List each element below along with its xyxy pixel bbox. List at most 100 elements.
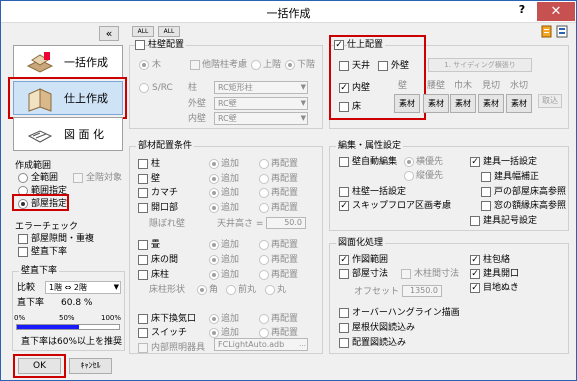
siding-button[interactable]: 1. サイディング横張り [428, 58, 532, 72]
all-targets-checkbox[interactable] [73, 173, 83, 183]
parts-add-radio[interactable] [209, 174, 219, 184]
parts-reposition-radio[interactable] [259, 255, 269, 265]
window-trim-checkbox[interactable] [481, 201, 491, 211]
pillar-type-select[interactable]: RC矩形柱 ▼ [214, 81, 308, 94]
parts-row-checkbox[interactable] [138, 255, 148, 265]
wood-radio[interactable] [139, 60, 149, 70]
roof-plan-checkbox[interactable] [339, 323, 349, 333]
range-all-radio[interactable] [18, 173, 28, 183]
material-button[interactable]: 素材 [423, 94, 449, 113]
material-button[interactable]: 素材 [478, 94, 504, 113]
fixture-file-select[interactable]: FCLightAuto.adb… [214, 338, 308, 351]
parts-reposition-radio[interactable] [259, 314, 269, 324]
parts-add-radio[interactable] [209, 188, 219, 198]
shape-front-round-radio[interactable] [226, 285, 236, 295]
check-all-button[interactable]: ALL [132, 26, 154, 37]
settings-file-icon[interactable] [541, 25, 553, 38]
material-button[interactable]: 素材 [506, 94, 532, 113]
shape-square-radio[interactable] [197, 285, 207, 295]
take-in-button[interactable]: 取込 [538, 94, 562, 108]
parts-reposition-radio[interactable] [259, 240, 269, 250]
parts-row-checkbox[interactable] [138, 188, 148, 198]
wall-auto-edit-checkbox[interactable] [339, 157, 349, 167]
wood-column-dims-checkbox[interactable] [401, 269, 411, 279]
compare-select[interactable]: 1階 ⇔ 2階 ▼ [45, 281, 121, 294]
outer-wall-type-select[interactable]: RC壁 ▼ [214, 97, 308, 110]
parts-add-radio[interactable] [209, 314, 219, 324]
parts-reposition-radio[interactable] [259, 188, 269, 198]
column-wrap-checkbox[interactable]: ✓ [470, 255, 480, 265]
material-col-header: 腰壁 [427, 81, 446, 91]
parts-add-radio[interactable] [209, 240, 219, 250]
collapse-button[interactable]: « [99, 26, 119, 41]
src-radio[interactable] [139, 83, 149, 93]
bulk-create-button[interactable]: 一括作成 [13, 45, 123, 79]
title-bar: 一括作成 ? ✕ [1, 1, 576, 23]
parts-row-checkbox[interactable] [138, 174, 148, 184]
parts-add-radio[interactable] [209, 328, 219, 338]
skip-floor-checkbox[interactable]: ✓ [339, 201, 349, 211]
pillar-wall-checkbox[interactable] [135, 40, 145, 50]
ceiling-height-input[interactable]: 50.0 [266, 217, 306, 229]
drawing-button[interactable]: 図 面 化 [13, 117, 123, 151]
fixture-bulk-label: 建具一括設定 [483, 157, 538, 167]
vertical-first-radio[interactable] [404, 171, 414, 181]
help-book-icon[interactable] [556, 25, 568, 38]
parts-reposition-radio[interactable] [259, 174, 269, 184]
wood-column-dims-label: 木柱間寸法 [414, 269, 460, 279]
fixture-width-checkbox[interactable] [481, 172, 491, 182]
parts-reposition-label: 再配置 [271, 255, 299, 265]
parts-row-checkbox[interactable] [138, 240, 148, 250]
bulk-create-label: 一括作成 [64, 56, 108, 69]
chevron-down-icon: ▼ [300, 114, 306, 122]
parts-reposition-radio[interactable] [259, 270, 269, 280]
room-dims-checkbox[interactable] [339, 269, 349, 279]
parts-row-checkbox[interactable] [138, 159, 148, 169]
parts-reposition-radio[interactable] [259, 328, 269, 338]
help-button[interactable]: ? [509, 3, 535, 21]
layout-plan-checkbox[interactable] [339, 338, 349, 348]
lower-floor-radio[interactable] [285, 60, 295, 70]
upper-floor-radio[interactable] [251, 60, 261, 70]
horizontal-first-radio[interactable] [404, 157, 414, 167]
wall-ratio-checkbox[interactable] [18, 247, 28, 257]
uncheck-all-button[interactable]: ALL [158, 26, 180, 37]
hidden-wall-label: 隠ぼれ壁 [149, 219, 186, 229]
parts-add-radio[interactable] [209, 159, 219, 169]
fixture-bulk-checkbox[interactable]: ✓ [470, 157, 480, 167]
inner-wall-type-select[interactable]: RC壁 ▼ [214, 112, 308, 125]
material-button[interactable]: 素材 [450, 94, 476, 113]
pillar-wall-bulk-checkbox[interactable] [339, 187, 349, 197]
parts-reposition-radio[interactable] [259, 203, 269, 213]
room-gap-checkbox[interactable] [18, 234, 28, 244]
fixture-symbol-checkbox[interactable] [470, 216, 480, 226]
parts-add-radio[interactable] [209, 255, 219, 265]
lower-floor-label: 下階 [297, 60, 316, 70]
parts-add-radio[interactable] [209, 203, 219, 213]
fixture-opening-checkbox[interactable]: ✓ [470, 269, 480, 279]
cancel-button[interactable]: ｷｬﾝｾﾙ [69, 358, 112, 374]
parts-add-radio[interactable] [209, 270, 219, 280]
parts-row-checkbox[interactable] [138, 203, 148, 213]
parts-row-label: 床柱 [151, 270, 170, 280]
ratio-note: 直下率は60%以上を推奨 [21, 337, 123, 347]
parts-row-checkbox[interactable] [138, 328, 148, 338]
other-floor-checkbox[interactable] [190, 60, 200, 70]
parts-row-checkbox[interactable] [138, 314, 148, 324]
parts-reposition-radio[interactable] [259, 159, 269, 169]
overhang-checkbox[interactable] [339, 308, 349, 318]
parts-row-label: 内部照明器具 [151, 343, 206, 353]
parts-add-label: 追加 [221, 174, 240, 184]
parts-row-label: 畳 [151, 240, 161, 250]
offset-input[interactable]: 1350.0 [402, 285, 442, 297]
drawing-range-checkbox[interactable]: ✓ [339, 255, 349, 265]
shape-round-radio[interactable] [265, 285, 275, 295]
door-floor-height-checkbox[interactable] [481, 187, 491, 197]
parts-row-checkbox[interactable] [138, 343, 148, 353]
close-button[interactable]: ✕ [537, 2, 575, 21]
parts-row-checkbox[interactable] [138, 270, 148, 280]
highlight-ok [13, 354, 66, 378]
joint-checkbox[interactable]: ✓ [470, 283, 480, 293]
highlight-finish-create [8, 77, 127, 119]
material-button[interactable]: 素材 [394, 94, 420, 113]
